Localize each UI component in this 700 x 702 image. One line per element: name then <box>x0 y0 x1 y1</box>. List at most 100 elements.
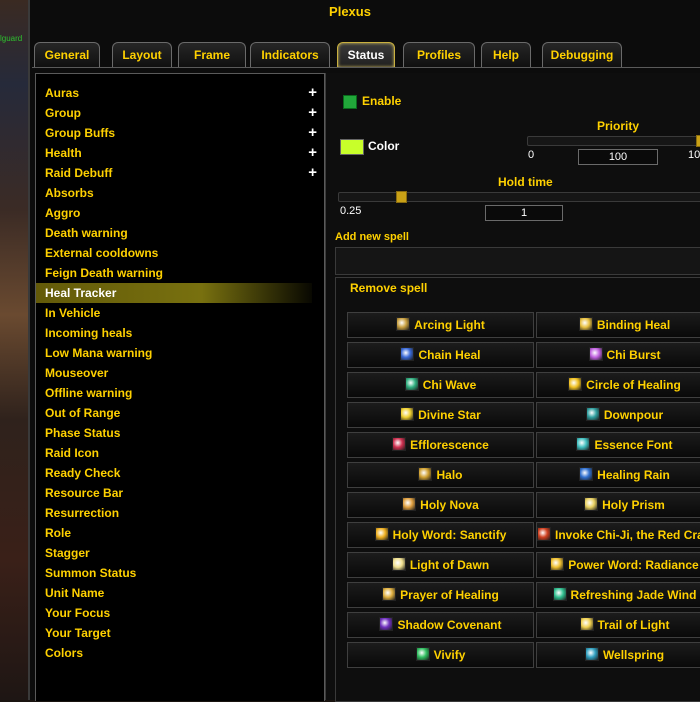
spell-name: Holy Prism <box>602 498 665 512</box>
sidebar-item-label: Low Mana warning <box>45 346 153 360</box>
remove-spell-button[interactable]: Chain Heal <box>347 342 534 368</box>
remove-spell-button[interactable]: Wellspring <box>536 642 700 668</box>
sidebar-item-label: Out of Range <box>45 406 121 420</box>
sidebar-item-label: In Vehicle <box>45 306 101 320</box>
sidebar-item[interactable]: Low Mana warning <box>45 344 315 362</box>
sidebar-item[interactable]: Feign Death warning <box>45 264 315 282</box>
sidebar-item[interactable]: Your Focus <box>45 604 315 622</box>
sidebar-item[interactable]: Absorbs <box>45 184 315 202</box>
remove-spell-button[interactable]: Holy Nova <box>347 492 534 518</box>
remove-spell-button[interactable]: Prayer of Healing <box>347 582 534 608</box>
spell-name: Binding Heal <box>596 318 671 332</box>
tab-status[interactable]: Status <box>337 42 395 67</box>
remove-spell-button[interactable]: Binding Heal <box>536 312 700 338</box>
enable-checkbox[interactable] <box>343 95 357 109</box>
sidebar-item[interactable]: Resource Bar <box>45 484 315 502</box>
remove-spell-button[interactable]: Downpour <box>536 402 700 428</box>
tab-help[interactable]: Help <box>481 42 531 67</box>
tab-layout[interactable]: Layout <box>112 42 172 67</box>
sidebar-item[interactable]: Resurrection <box>45 504 315 522</box>
sidebar-item[interactable]: Death warning <box>45 224 315 242</box>
sidebar-item-label: Offline warning <box>45 386 133 400</box>
remove-spell-button[interactable]: Essence Font <box>536 432 700 458</box>
remove-spell-button[interactable]: Holy Prism <box>536 492 700 518</box>
priority-value-input[interactable]: 100 <box>578 149 658 165</box>
sidebar-item[interactable]: Health + <box>45 144 317 162</box>
priority-slider-thumb[interactable] <box>696 135 700 147</box>
sidebar-item-label: Auras <box>45 86 80 100</box>
tab-debugging[interactable]: Debugging <box>542 42 622 67</box>
sidebar-item[interactable]: External cooldowns <box>45 244 315 262</box>
sidebar-item[interactable]: Summon Status <box>45 564 315 582</box>
sidebar-item[interactable]: In Vehicle <box>45 304 315 322</box>
remove-spell-button[interactable]: Light of Dawn <box>347 552 534 578</box>
remove-spell-button[interactable]: Refreshing Jade Wind <box>536 582 700 608</box>
hold-time-value-input[interactable]: 1 <box>485 205 563 221</box>
sidebar-item[interactable]: Mouseover <box>45 364 315 382</box>
hold-time-slider[interactable] <box>338 192 700 202</box>
tab-divider <box>32 67 700 68</box>
color-swatch[interactable] <box>340 139 364 155</box>
sidebar-item[interactable]: Colors <box>45 644 315 662</box>
chi-burst-icon <box>588 347 603 361</box>
sidebar-item[interactable]: Offline warning <box>45 384 315 402</box>
remove-spell-button[interactable]: Vivify <box>347 642 534 668</box>
sidebar-item[interactable]: Incoming heals <box>45 324 315 342</box>
remove-spell-button[interactable]: Chi Burst <box>536 342 700 368</box>
sidebar-item[interactable]: Group Buffs + <box>45 124 317 142</box>
sidebar-item-label: Unit Name <box>45 586 105 600</box>
sidebar-item[interactable]: Aggro <box>45 204 315 222</box>
sidebar-item[interactable]: Heal Tracker <box>45 284 315 302</box>
spell-name: Vivify <box>433 648 466 662</box>
tab-general[interactable]: General <box>34 42 100 67</box>
priority-slider[interactable] <box>527 136 700 146</box>
remove-spell-button[interactable]: Arcing Light <box>347 312 534 338</box>
tab-profiles[interactable]: Profiles <box>403 42 475 67</box>
remove-spell-button[interactable]: Efflorescence <box>347 432 534 458</box>
holy-nova-icon <box>402 497 417 511</box>
tab-indicators[interactable]: Indicators <box>250 42 330 67</box>
hold-time-slider-thumb[interactable] <box>396 191 407 203</box>
sidebar-item-label: Health <box>45 146 82 160</box>
remove-spell-button[interactable]: Power Word: Radiance <box>536 552 700 578</box>
sidebar-item[interactable]: Phase Status <box>45 424 315 442</box>
remove-spell-button[interactable]: Healing Rain <box>536 462 700 488</box>
remove-spell-button[interactable]: Shadow Covenant <box>347 612 534 638</box>
sidebar-item[interactable]: Raid Debuff + <box>45 164 317 182</box>
sidebar-item[interactable]: Your Target <box>45 624 315 642</box>
expand-icon[interactable]: + <box>308 104 317 122</box>
sidebar-item[interactable]: Out of Range <box>45 404 315 422</box>
expand-icon[interactable]: + <box>308 164 317 182</box>
spell-name: Divine Star <box>418 408 481 422</box>
remove-spell-button[interactable]: Divine Star <box>347 402 534 428</box>
sidebar-item[interactable]: Group + <box>45 104 317 122</box>
expand-icon[interactable]: + <box>308 144 317 162</box>
prayer-of-healing-icon <box>382 587 397 601</box>
priority-max-label: 100 <box>688 149 700 161</box>
sidebar-item-label: Colors <box>45 646 84 660</box>
remove-spell-label: Remove spell <box>350 281 428 295</box>
remove-spell-button[interactable]: Trail of Light <box>536 612 700 638</box>
spell-name: Halo <box>436 468 463 482</box>
sidebar-item[interactable]: Unit Name <box>45 584 315 602</box>
spell-name: Chain Heal <box>418 348 481 362</box>
sidebar-item[interactable]: Stagger <box>45 544 315 562</box>
remove-spell-button[interactable]: Chi Wave <box>347 372 534 398</box>
expand-icon[interactable]: + <box>308 84 317 102</box>
spell-name: Holy Nova <box>420 498 479 512</box>
add-new-spell-input[interactable] <box>335 247 700 275</box>
sidebar-item[interactable]: Ready Check <box>45 464 315 482</box>
expand-icon[interactable]: + <box>308 124 317 142</box>
remove-spell-button[interactable]: Circle of Healing <box>536 372 700 398</box>
tab-frame[interactable]: Frame <box>178 42 246 67</box>
remove-spell-button[interactable]: Holy Word: Sanctify <box>347 522 534 548</box>
power-word-radiance-icon <box>550 557 565 571</box>
remove-spell-button[interactable]: Invoke Chi-Ji, the Red Crane <box>536 522 700 548</box>
sidebar-item-label: External cooldowns <box>45 246 159 260</box>
chain-heal-icon <box>400 347 415 361</box>
sidebar-item[interactable]: Auras + <box>45 84 317 102</box>
sidebar-item[interactable]: Raid Icon <box>45 444 315 462</box>
remove-spell-button[interactable]: Halo <box>347 462 534 488</box>
priority-label: Priority <box>597 119 640 133</box>
sidebar-item[interactable]: Role <box>45 524 315 542</box>
